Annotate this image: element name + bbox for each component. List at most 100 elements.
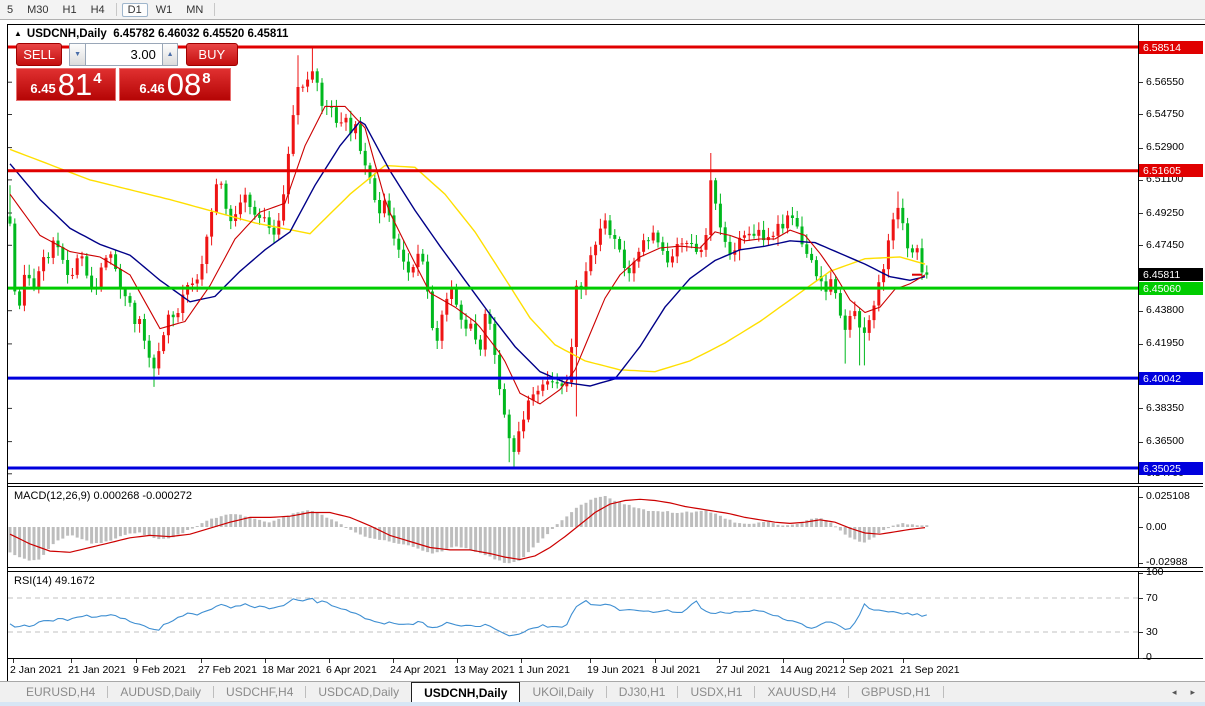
price-axis-label: 6.49250 bbox=[1146, 207, 1184, 219]
sell-price-display[interactable]: 6.45 81 4 bbox=[16, 68, 116, 101]
price-axis-label: 6.36500 bbox=[1146, 435, 1184, 447]
axis-tick bbox=[1139, 527, 1143, 528]
axis-tick bbox=[1139, 213, 1143, 214]
timeframe-D1-button[interactable]: D1 bbox=[122, 3, 148, 17]
one-click-trade-panel: SELL ▼ ▲ BUY 6.45 81 4 6.46 08 8 bbox=[16, 43, 238, 101]
volume-increase-button[interactable]: ▲ bbox=[162, 43, 178, 66]
tab-separator bbox=[943, 686, 944, 698]
axis-tick bbox=[1139, 311, 1143, 312]
date-label: 14 Aug 2021 bbox=[780, 664, 839, 676]
tab-scroll-controls: ◂ ▸ bbox=[1172, 682, 1205, 702]
symbol-tab-USDCHF[interactable]: USDCHF,H4 bbox=[214, 682, 305, 702]
bottom-strip bbox=[0, 702, 1205, 706]
axis-tick bbox=[1139, 497, 1143, 498]
volume-decrease-button[interactable]: ▼ bbox=[69, 43, 85, 66]
timeframe-H1-button[interactable]: H1 bbox=[57, 3, 83, 17]
rsi-axis-label: 0 bbox=[1146, 651, 1152, 663]
rsi-indicator-label: RSI(14) 49.1672 bbox=[14, 575, 95, 587]
macd-pane[interactable]: MACD(12,26,9) 0.000268 -0.000272 bbox=[8, 487, 1139, 567]
time-axis-tick bbox=[265, 659, 266, 663]
time-axis-tick bbox=[843, 659, 844, 663]
symbol-tab-USDCNH[interactable]: USDCNH,Daily bbox=[411, 682, 520, 702]
axis-tick bbox=[1139, 598, 1143, 599]
time-axis-tick bbox=[783, 659, 784, 663]
symbol-tab-USDCAD[interactable]: USDCAD,Daily bbox=[306, 682, 411, 702]
trading-platform: { "toolbar": { "timeframes": [ {"label":… bbox=[0, 0, 1205, 706]
sell-price-fraction: 4 bbox=[93, 70, 101, 87]
chart-symbol-label: USDCNH,Daily bbox=[27, 28, 107, 40]
axis-tick bbox=[1139, 632, 1143, 633]
axis-tick bbox=[1139, 408, 1143, 409]
sell-price-pips: 81 bbox=[58, 71, 92, 98]
symbol-tab-bar: EURUSD,H4AUDUSD,DailyUSDCHF,H4USDCAD,Dai… bbox=[0, 681, 1205, 702]
time-axis-tick bbox=[393, 659, 394, 663]
time-axis-tick bbox=[71, 659, 72, 663]
price-axis-label: 6.54750 bbox=[1146, 108, 1184, 120]
date-label: 2 Jan 2021 bbox=[10, 664, 62, 676]
date-label: 8 Jul 2021 bbox=[652, 664, 700, 676]
toolbar-separator bbox=[116, 3, 117, 16]
buy-button[interactable]: BUY bbox=[186, 43, 239, 66]
price-axis-label: 6.43800 bbox=[1146, 304, 1184, 316]
time-axis[interactable]: 2 Jan 202121 Jan 20219 Feb 202127 Feb 20… bbox=[8, 659, 1203, 680]
price-axis[interactable]: 6.565506.547506.529006.511006.492506.474… bbox=[1139, 25, 1203, 658]
date-label: 19 Jun 2021 bbox=[587, 664, 645, 676]
buy-price-display[interactable]: 6.46 08 8 bbox=[119, 68, 231, 101]
symbol-tab-EURUSD[interactable]: EURUSD,H4 bbox=[14, 682, 107, 702]
timeframe-toolbar: 5M30H1H4 D1W1MN bbox=[0, 0, 1205, 20]
level-price-label: 6.40042 bbox=[1139, 372, 1203, 385]
rsi-canvas[interactable] bbox=[8, 572, 1138, 658]
axis-tick bbox=[1139, 658, 1143, 659]
price-axis-label: 6.56550 bbox=[1146, 76, 1184, 88]
level-price-label: 6.51605 bbox=[1139, 164, 1203, 177]
symbol-tab-DJ30[interactable]: DJ30,H1 bbox=[607, 682, 678, 702]
price-axis-label: 6.38350 bbox=[1146, 402, 1184, 414]
rsi-pane[interactable]: RSI(14) 49.1672 bbox=[8, 572, 1139, 658]
symbol-tab-USDX[interactable]: USDX,H1 bbox=[678, 682, 754, 702]
axis-tick bbox=[1139, 442, 1143, 443]
symbol-tab-UKOil[interactable]: UKOil,Daily bbox=[520, 682, 605, 702]
macd-axis-label: 0.00 bbox=[1146, 521, 1166, 533]
axis-tick bbox=[1139, 148, 1143, 149]
sell-price-handle: 6.45 bbox=[30, 81, 55, 96]
symbol-tab-GBPUSD[interactable]: GBPUSD,H1 bbox=[849, 682, 942, 702]
date-label: 27 Jul 2021 bbox=[716, 664, 770, 676]
rsi-axis-label: 30 bbox=[1146, 626, 1158, 638]
symbol-tab-AUDUSD[interactable]: AUDUSD,Daily bbox=[108, 682, 213, 702]
time-axis-tick bbox=[329, 659, 330, 663]
time-axis-tick bbox=[903, 659, 904, 663]
timeframe-M30-button[interactable]: M30 bbox=[21, 3, 54, 17]
time-axis-tick bbox=[719, 659, 720, 663]
timeframe-W1-button[interactable]: W1 bbox=[150, 3, 179, 17]
price-axis-label: 6.41950 bbox=[1146, 337, 1184, 349]
date-label: 21 Jan 2021 bbox=[68, 664, 126, 676]
chart-collapse-icon[interactable]: ▲ bbox=[14, 29, 22, 38]
price-axis-label: 6.47450 bbox=[1146, 239, 1184, 251]
time-axis-tick bbox=[655, 659, 656, 663]
buy-price-fraction: 8 bbox=[202, 70, 210, 87]
level-price-label: 6.35025 bbox=[1139, 462, 1203, 475]
rsi-axis-label: 100 bbox=[1146, 566, 1164, 578]
time-axis-tick bbox=[457, 659, 458, 663]
current-price-label: 6.45811 bbox=[1139, 268, 1203, 281]
timeframe-5-button[interactable]: 5 bbox=[1, 3, 19, 17]
timeframe-H4-button[interactable]: H4 bbox=[85, 3, 111, 17]
tab-scroll-right-icon[interactable]: ▸ bbox=[1190, 687, 1195, 698]
spacer bbox=[178, 43, 185, 66]
chart-ohlc-values: 6.45782 6.46032 6.45520 6.45811 bbox=[113, 28, 288, 40]
chevron-down-icon: ▼ bbox=[74, 51, 81, 58]
date-label: 13 May 2021 bbox=[454, 664, 515, 676]
level-price-label: 6.58514 bbox=[1139, 41, 1203, 54]
symbol-tab-XAUUSD[interactable]: XAUUSD,H4 bbox=[755, 682, 848, 702]
sell-button[interactable]: SELL bbox=[16, 43, 62, 66]
volume-input[interactable] bbox=[86, 43, 162, 66]
timeframe-MN-button[interactable]: MN bbox=[180, 3, 209, 17]
chart-window: ▲ USDCNH,Daily 6.45782 6.46032 6.45520 6.… bbox=[7, 24, 1205, 683]
tab-scroll-left-icon[interactable]: ◂ bbox=[1172, 687, 1177, 698]
macd-row: MACD(12,26,9) 0.000268 -0.000272 bbox=[8, 486, 1203, 568]
time-axis-tick bbox=[13, 659, 14, 663]
axis-tick bbox=[1139, 245, 1143, 246]
date-label: 24 Apr 2021 bbox=[390, 664, 447, 676]
time-axis-tick bbox=[521, 659, 522, 663]
date-label: 21 Sep 2021 bbox=[900, 664, 960, 676]
